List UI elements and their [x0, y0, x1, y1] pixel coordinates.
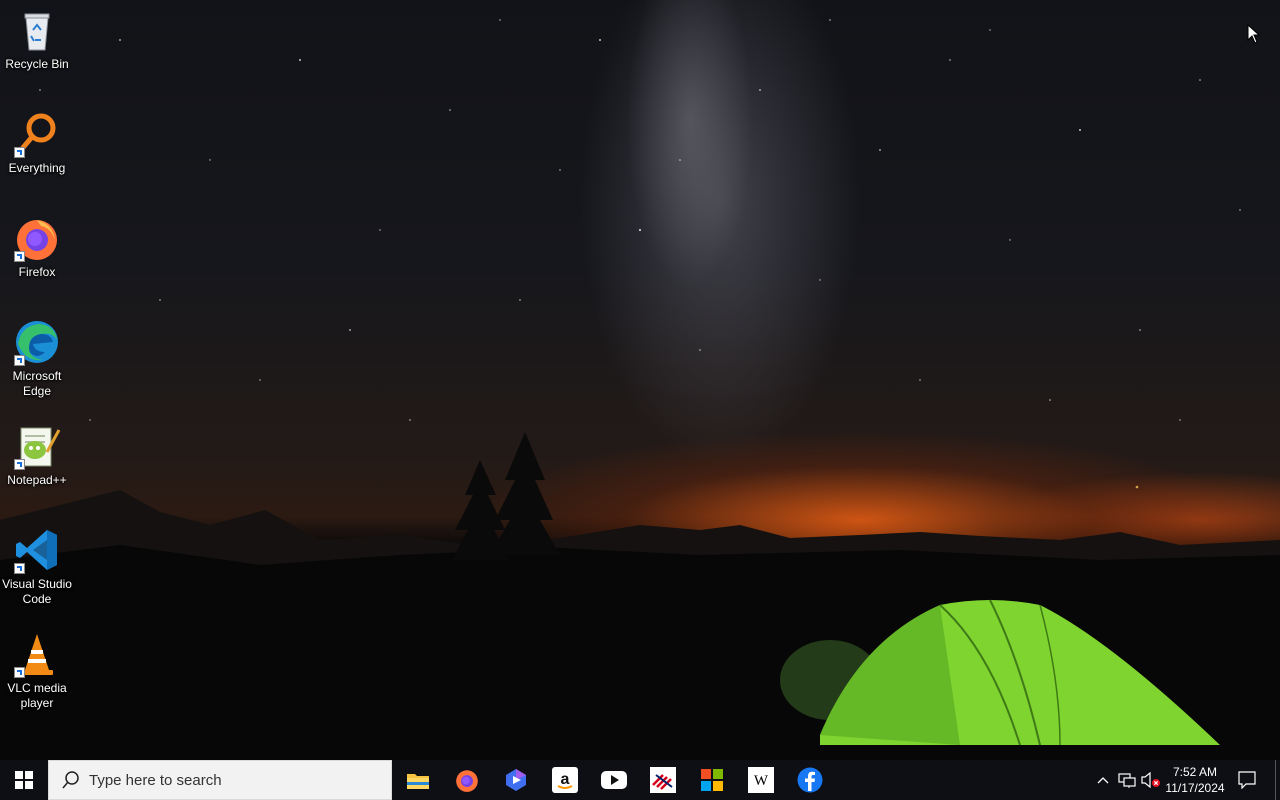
desktop-icon-label: Visual Studio Code [2, 577, 72, 606]
taskbar-search-box[interactable]: Type here to search [48, 760, 392, 800]
windows-logo-icon [15, 771, 33, 789]
facebook-icon [797, 767, 823, 793]
start-button[interactable] [0, 760, 48, 800]
vlc-icon [13, 630, 61, 678]
shortcut-arrow-icon [14, 667, 25, 678]
everything-search-icon [13, 110, 61, 158]
shortcut-arrow-icon [14, 563, 25, 574]
desktop-wallpaper[interactable] [0, 0, 1280, 760]
desktop-icon-edge[interactable]: Microsoft Edge [0, 312, 74, 399]
firefox-icon [13, 214, 61, 262]
action-center-button[interactable] [1234, 760, 1260, 800]
desktop-icon-notepadpp[interactable]: Notepad++ [0, 416, 74, 488]
desktop-icon-label: VLC media player [7, 681, 67, 710]
bank-of-america-icon [650, 767, 676, 793]
desktop-icon-vlc[interactable]: VLC media player [0, 624, 74, 711]
notifications-icon [1238, 771, 1256, 789]
volume-button[interactable] [1140, 760, 1162, 800]
taskbar: Type here to search a W 7:52 AM 11/17/20… [0, 760, 1280, 800]
network-icon [1118, 773, 1136, 788]
clock-date: 11/17/2024 [1165, 781, 1225, 795]
desktop-icon-label: Microsoft Edge [12, 369, 62, 398]
search-placeholder: Type here to search [89, 771, 222, 789]
wikipedia-icon: W [748, 767, 774, 793]
mouse-cursor-icon [1247, 24, 1261, 44]
desktop-icon-label: Notepad++ [7, 473, 67, 487]
shortcut-arrow-icon [14, 355, 25, 366]
desktop-icon-label: Firefox [18, 265, 56, 279]
firefox-icon [456, 770, 478, 792]
microsoft-store-icon [701, 769, 723, 791]
clock-time: 7:52 AM [1172, 765, 1218, 779]
taskbar-app-youtube[interactable] [590, 760, 638, 800]
desktop-icon-label: Recycle Bin [5, 57, 69, 71]
taskbar-app-firefox[interactable] [443, 760, 491, 800]
vscode-icon [13, 526, 61, 574]
chevron-up-icon [1097, 777, 1109, 784]
desktop-icon-label: Everything [8, 161, 66, 175]
show-desktop-button[interactable] [1275, 760, 1280, 800]
wallpaper-scene [0, 19, 1280, 760]
taskbar-app-amazon[interactable]: a [541, 760, 589, 800]
taskbar-app-wikipedia[interactable]: W [737, 760, 785, 800]
stars [39, 19, 1241, 489]
desktop-icon-firefox[interactable]: Firefox [0, 208, 74, 280]
youtube-icon [601, 771, 627, 789]
tree-silhouettes [452, 432, 560, 560]
shortcut-arrow-icon [14, 459, 25, 470]
show-hidden-icons-button[interactable] [1094, 760, 1112, 800]
taskbar-app-bank-of-america[interactable] [639, 760, 687, 800]
copilot-icon [506, 769, 526, 791]
shortcut-arrow-icon [14, 147, 25, 158]
shortcut-arrow-icon [14, 251, 25, 262]
desktop-icon-recycle-bin[interactable]: Recycle Bin [0, 0, 74, 72]
taskbar-app-file-explorer[interactable] [394, 760, 442, 800]
network-status-button[interactable] [1116, 760, 1138, 800]
desktop-icon-everything[interactable]: Everything [0, 104, 74, 176]
desktop-icon-vscode[interactable]: Visual Studio Code [0, 520, 74, 607]
recycle-bin-icon [13, 6, 61, 54]
svg-text:W: W [754, 773, 769, 789]
taskbar-app-microsoft-store[interactable] [688, 760, 736, 800]
taskbar-app-copilot[interactable] [492, 760, 540, 800]
svg-text:a: a [561, 771, 570, 788]
volume-muted-icon [1141, 772, 1160, 788]
notepadpp-icon [13, 422, 61, 470]
file-explorer-icon [407, 774, 429, 789]
taskbar-app-facebook[interactable] [786, 760, 834, 800]
taskbar-clock[interactable]: 7:52 AM 11/17/2024 [1160, 760, 1230, 800]
amazon-icon: a [552, 767, 578, 793]
edge-icon [13, 318, 61, 366]
search-icon [62, 771, 79, 789]
